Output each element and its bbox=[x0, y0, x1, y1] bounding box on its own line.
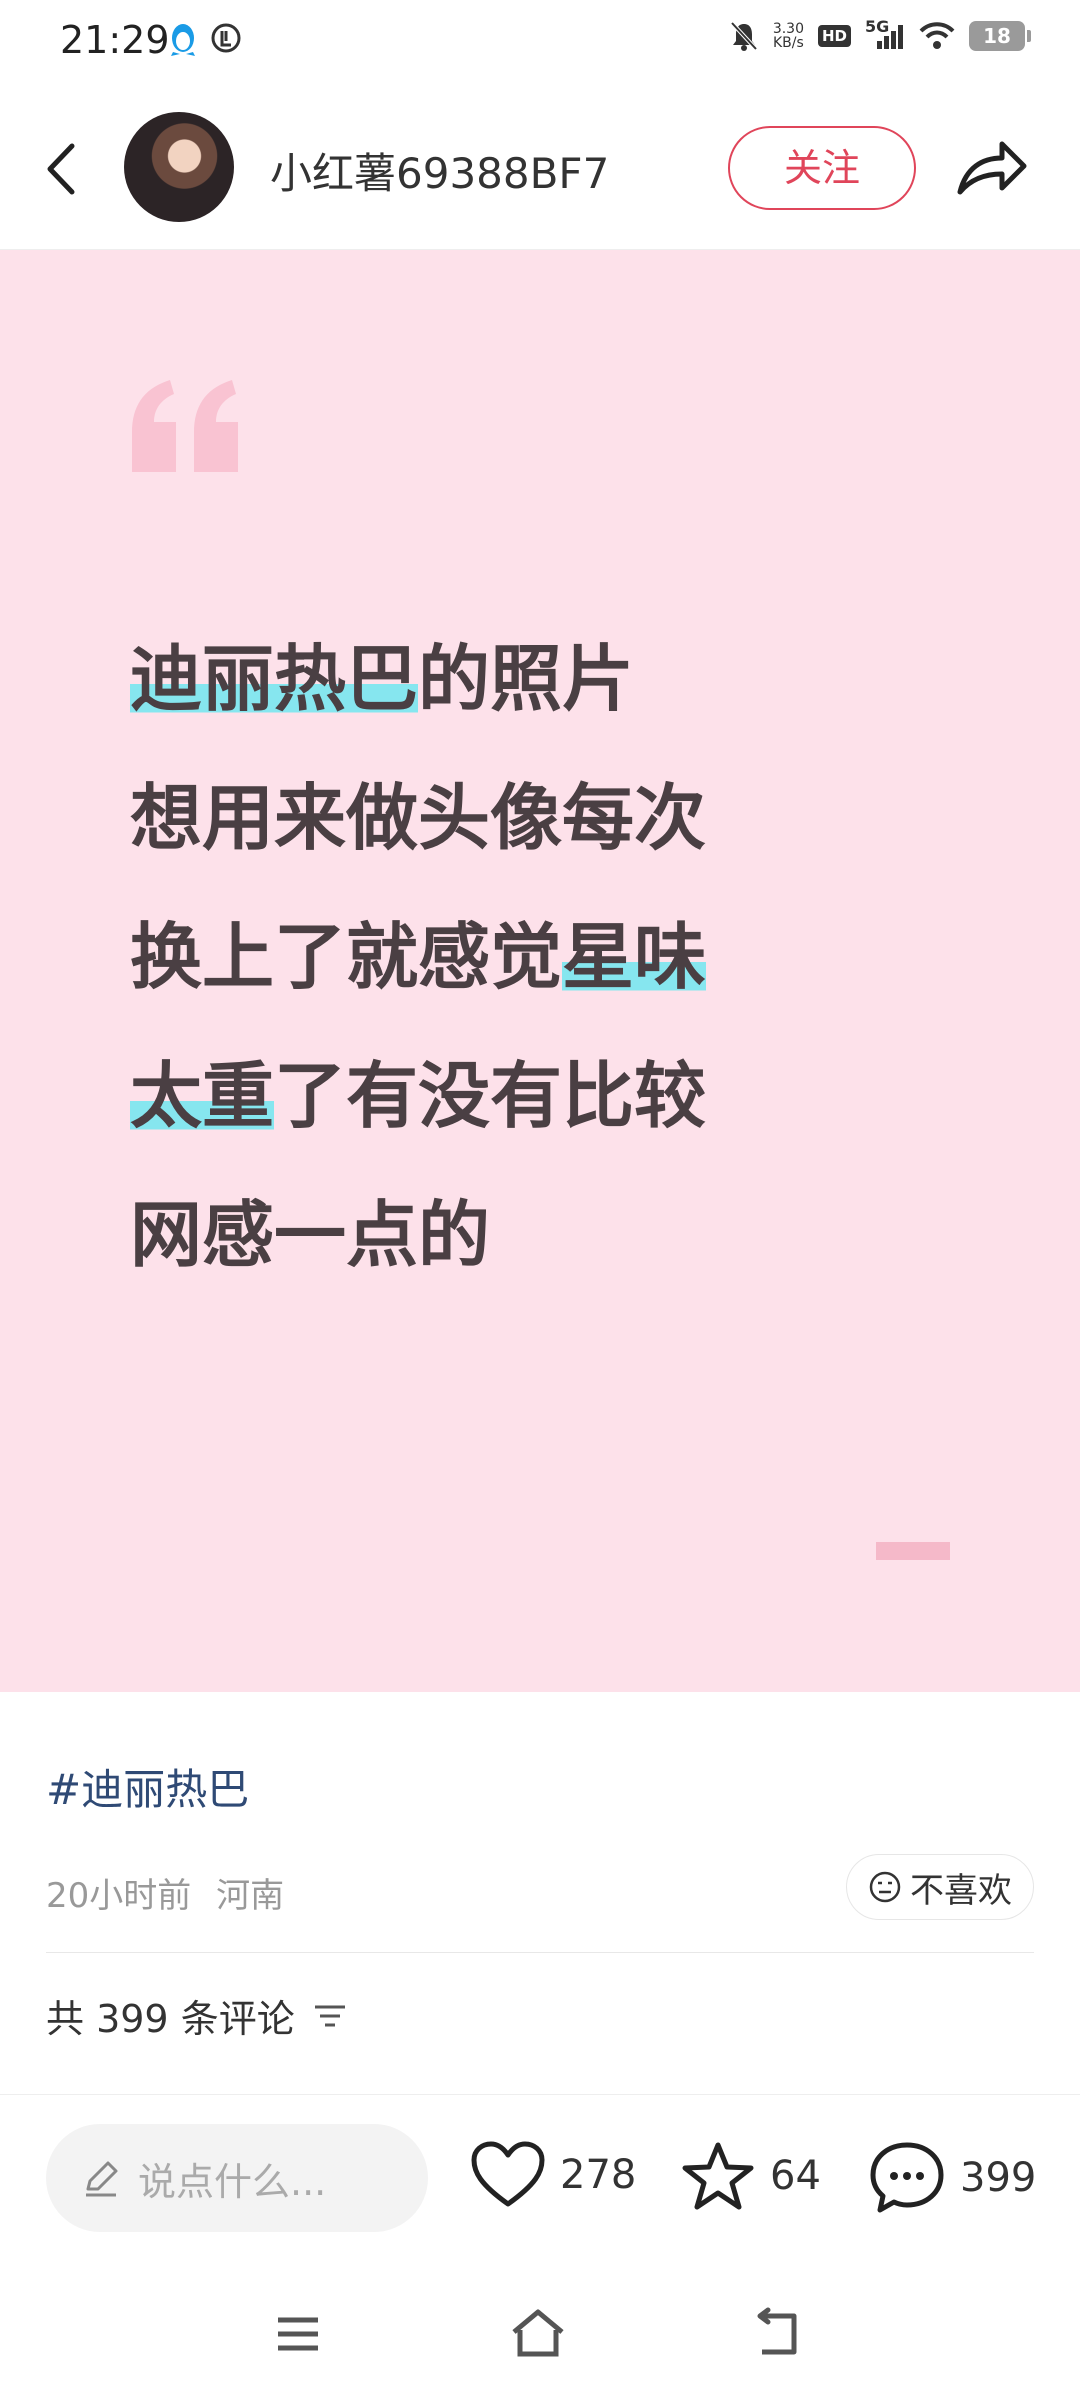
pencil-icon bbox=[86, 2161, 118, 2197]
menu-icon[interactable] bbox=[268, 2306, 328, 2362]
comments-summary[interactable]: 共 399 条评论 bbox=[46, 1988, 347, 2043]
avatar[interactable] bbox=[124, 112, 234, 222]
post-text: 迪丽热巴的照片 想用来做头像每次 换上了就感觉星味 太重了有没有比较 网感一点的 bbox=[130, 610, 970, 1305]
back-icon[interactable] bbox=[36, 134, 88, 204]
highlighted-text: 星味 bbox=[562, 915, 707, 999]
sort-icon[interactable] bbox=[313, 2001, 347, 2031]
dislike-label: 不喜欢 bbox=[910, 1870, 1012, 1911]
post-text-segment: 的照片 bbox=[418, 637, 635, 721]
favorite-button[interactable]: 64 bbox=[680, 2140, 821, 2212]
divider bbox=[0, 2094, 1080, 2095]
username[interactable]: 小红薯69388BF7 bbox=[270, 140, 609, 201]
quote-mark-icon bbox=[132, 380, 238, 472]
post-text-line: 迪丽热巴的照片 bbox=[130, 610, 970, 749]
mute-icon bbox=[730, 21, 758, 51]
star-icon bbox=[682, 2142, 754, 2210]
like-button[interactable]: 278 bbox=[470, 2140, 636, 2210]
highlighted-text: 迪丽热巴 bbox=[130, 637, 419, 721]
post-text-segment: 网感一点的 bbox=[130, 1193, 491, 1277]
comment-input[interactable]: 说点什么... bbox=[46, 2124, 428, 2232]
post-text-segment: 了有没有比较 bbox=[274, 1054, 707, 1138]
share-icon[interactable] bbox=[952, 128, 1032, 208]
wifi-icon bbox=[919, 22, 955, 49]
comment-button[interactable]: 399 bbox=[868, 2140, 1036, 2216]
comment-count: 399 bbox=[960, 2155, 1037, 2201]
home-icon[interactable] bbox=[508, 2306, 568, 2362]
heart-icon bbox=[471, 2141, 545, 2207]
post-image-card[interactable]: 迪丽热巴的照片 想用来做头像每次 换上了就感觉星味 太重了有没有比较 网感一点的 bbox=[0, 250, 1080, 1692]
comments-count-label: 共 399 条评论 bbox=[46, 1997, 295, 2041]
qq-penguin-icon bbox=[171, 24, 195, 56]
post-text-line: 太重了有没有比较 bbox=[130, 1027, 970, 1166]
status-time: 21:29 bbox=[60, 18, 170, 62]
back-nav-icon[interactable] bbox=[748, 2306, 808, 2362]
comment-bubble-icon bbox=[870, 2142, 944, 2213]
highlighted-text: 太重 bbox=[130, 1054, 275, 1138]
neutral-face-icon bbox=[869, 1871, 901, 1903]
system-nav-bar bbox=[0, 2280, 1080, 2388]
hd-badge: HD bbox=[817, 25, 851, 47]
post-meta: 20小时前 河南 bbox=[46, 1868, 284, 1917]
dislike-button[interactable]: 不喜欢 bbox=[846, 1854, 1034, 1920]
divider bbox=[46, 1952, 1034, 1953]
post-text-line: 想用来做头像每次 bbox=[130, 749, 970, 888]
post-text-segment: 想用来做头像每次 bbox=[130, 776, 707, 860]
post-location: 河南 bbox=[216, 1876, 285, 1916]
signal-icon: 5G bbox=[865, 17, 905, 51]
favorite-count: 64 bbox=[770, 2153, 821, 2199]
post-text-line: 网感一点的 bbox=[130, 1166, 970, 1305]
battery-icon: 18 bbox=[969, 21, 1031, 51]
comment-placeholder: 说点什么... bbox=[138, 2159, 327, 2204]
post-time: 20小时前 bbox=[46, 1876, 192, 1916]
hashtag-link[interactable]: #迪丽热巴 bbox=[46, 1756, 249, 1817]
follow-button[interactable]: 关注 bbox=[728, 126, 916, 210]
net-speed: 3.30 KB/s bbox=[772, 21, 804, 51]
like-count: 278 bbox=[560, 2152, 637, 2198]
decorative-dash bbox=[876, 1542, 950, 1560]
post-header: 小红薯69388BF7 关注 bbox=[0, 82, 1080, 250]
post-text-line: 换上了就感觉星味 bbox=[130, 888, 970, 1027]
post-text-segment: 换上了就感觉 bbox=[130, 915, 563, 999]
status-bar: 21:29 3.30 KB/s HD 5G 18 bbox=[0, 0, 1080, 82]
notification-icon bbox=[211, 23, 241, 53]
